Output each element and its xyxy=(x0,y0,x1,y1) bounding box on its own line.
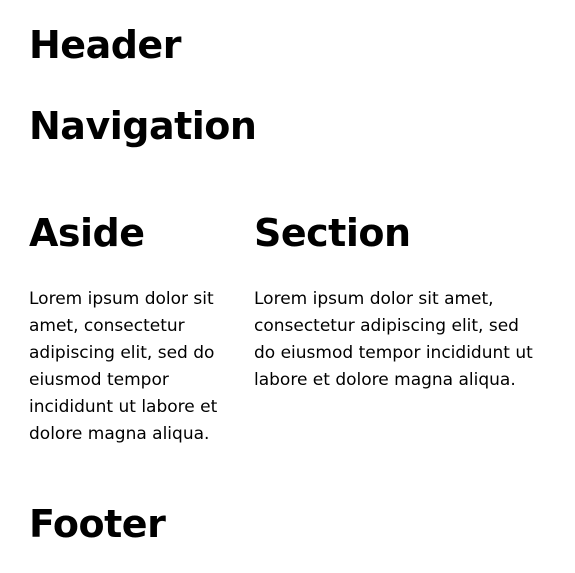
aside-paragraph: Lorem ipsum dolor sit amet, consectetur … xyxy=(29,289,218,444)
page: Header Navigation Aside Lorem ipsum dolo… xyxy=(0,0,575,573)
aside-title: Aside xyxy=(29,211,145,255)
header-title: Header xyxy=(29,23,181,67)
section-title: Section xyxy=(254,211,411,255)
section-paragraph: Lorem ipsum dolor sit amet, consectetur … xyxy=(254,289,533,390)
navigation-title: Navigation xyxy=(29,104,257,148)
footer-title: Footer xyxy=(29,502,166,546)
